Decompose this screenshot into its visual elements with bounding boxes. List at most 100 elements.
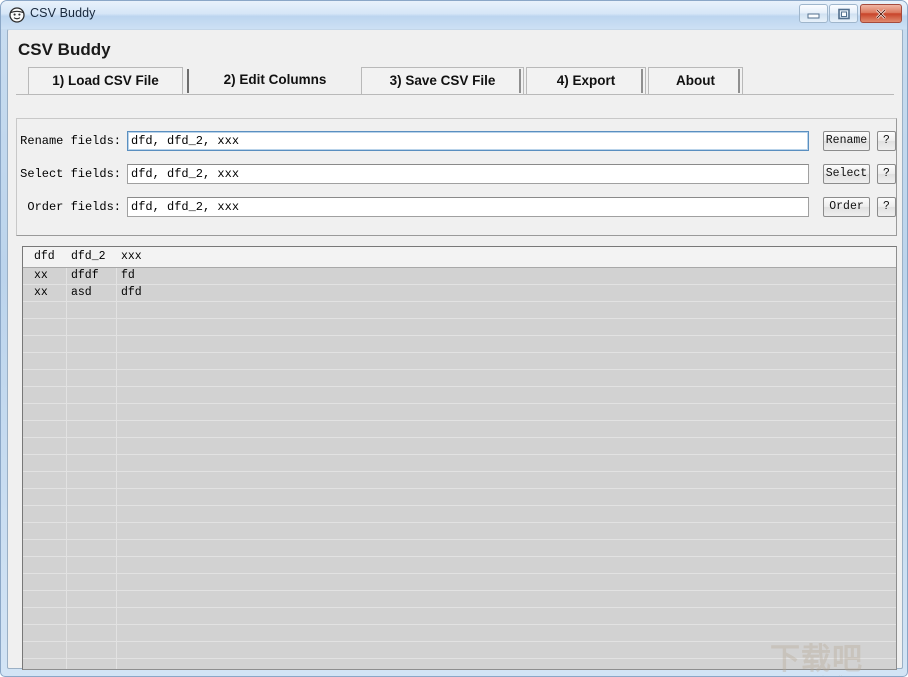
grid-column-divider (116, 472, 117, 488)
table-row[interactable] (23, 506, 896, 523)
grid-column-divider (116, 404, 117, 420)
close-button[interactable] (860, 4, 902, 23)
grid-column-divider (116, 319, 117, 335)
tab-4[interactable]: 4) Export (526, 67, 646, 94)
table-row[interactable] (23, 489, 896, 506)
grid-column-divider (116, 642, 117, 658)
table-row[interactable]: xx asd dfd (23, 285, 896, 302)
grid-column-divider (116, 455, 117, 471)
table-row[interactable] (23, 387, 896, 404)
table-row[interactable] (23, 608, 896, 625)
help-button-select[interactable]: ? (877, 164, 896, 184)
grid-column-divider (116, 353, 117, 369)
grid-cell[interactable]: dfdf (66, 268, 116, 284)
title-bar[interactable]: CSV Buddy (1, 1, 907, 29)
table-row[interactable] (23, 302, 896, 319)
tab-1[interactable]: 1) Load CSV File (28, 67, 183, 94)
tab-separator (519, 69, 521, 93)
grid-cell[interactable]: fd (116, 268, 896, 284)
field-input-2[interactable] (127, 197, 809, 217)
grid-column-divider (66, 404, 67, 420)
table-row[interactable] (23, 557, 896, 574)
data-grid[interactable]: dfd dfd_2 xxx xx dfdf fd xx asd dfd (22, 246, 897, 670)
grid-column-divider (66, 642, 67, 658)
help-button-rename[interactable]: ? (877, 131, 896, 151)
table-row[interactable] (23, 421, 896, 438)
table-row[interactable] (23, 370, 896, 387)
table-row[interactable] (23, 404, 896, 421)
grid-column-divider (116, 506, 117, 522)
grid-column-divider (116, 591, 117, 607)
table-row[interactable] (23, 540, 896, 557)
grid-column-divider (116, 625, 117, 641)
table-row[interactable] (23, 591, 896, 608)
table-row[interactable] (23, 319, 896, 336)
table-row[interactable] (23, 659, 896, 669)
table-row[interactable]: xx dfdf fd (23, 268, 896, 285)
field-label-2: Order fields: (27, 200, 121, 214)
grid-column-divider (66, 557, 67, 573)
application-window: CSV Buddy CSV Buddy 1) Load CSV File 2) E… (0, 0, 908, 677)
smiley-face-icon (9, 7, 25, 23)
grid-column-divider (66, 455, 67, 471)
grid-column-divider (116, 659, 117, 669)
grid-column-divider (66, 472, 67, 488)
table-row[interactable] (23, 642, 896, 659)
grid-column-divider (66, 489, 67, 505)
table-row[interactable] (23, 574, 896, 591)
grid-cell[interactable]: xx (29, 285, 66, 301)
grid-column-divider (116, 302, 117, 318)
grid-cell[interactable]: dfd (116, 285, 896, 301)
table-row[interactable] (23, 455, 896, 472)
table-row[interactable] (23, 523, 896, 540)
grid-cell[interactable]: asd (66, 285, 116, 301)
grid-column-header[interactable]: dfd (29, 247, 66, 267)
field-input-1[interactable] (127, 164, 809, 184)
grid-column-divider (66, 591, 67, 607)
grid-column-divider (116, 336, 117, 352)
grid-column-divider (66, 353, 67, 369)
table-row[interactable] (23, 353, 896, 370)
grid-column-header[interactable]: xxx (116, 247, 896, 267)
grid-column-divider (116, 387, 117, 403)
grid-cell[interactable]: xx (29, 268, 66, 284)
grid-column-divider (66, 438, 67, 454)
grid-column-divider (116, 608, 117, 624)
apply-select-button[interactable]: Select (823, 164, 870, 184)
tab-separator (641, 69, 643, 93)
tab-bar: 1) Load CSV File 2) Edit Columns 3) Save C… (16, 67, 894, 94)
window-title: CSV Buddy (30, 6, 96, 20)
table-row[interactable] (23, 438, 896, 455)
field-label-0: Rename fields: (20, 134, 121, 148)
minimize-button[interactable] (799, 4, 828, 23)
maximize-button[interactable] (829, 4, 858, 23)
help-button-order[interactable]: ? (877, 197, 896, 217)
grid-column-divider (66, 387, 67, 403)
grid-column-divider (66, 319, 67, 335)
grid-column-divider (116, 574, 117, 590)
grid-column-divider (66, 506, 67, 522)
tab-5[interactable]: About (648, 67, 743, 94)
grid-header-row[interactable]: dfd dfd_2 xxx (23, 247, 896, 268)
grid-column-header[interactable]: dfd_2 (66, 247, 116, 267)
grid-column-divider (66, 370, 67, 386)
apply-rename-button[interactable]: Rename (823, 131, 870, 151)
grid-column-divider (116, 489, 117, 505)
grid-column-divider (66, 659, 67, 669)
tab-3[interactable]: 3) Save CSV File (361, 67, 524, 94)
field-label-1: Select fields: (20, 167, 121, 181)
grid-column-divider (116, 540, 117, 556)
apply-order-button[interactable]: Order (823, 197, 870, 217)
field-input-0[interactable] (127, 131, 809, 151)
table-row[interactable] (23, 625, 896, 642)
tab-separator (738, 69, 740, 93)
table-row[interactable] (23, 336, 896, 353)
grid-column-divider (66, 523, 67, 539)
grid-column-divider (116, 557, 117, 573)
grid-body[interactable]: xx dfdf fd xx asd dfd (23, 268, 896, 669)
tab-2[interactable]: 2) Edit Columns (191, 67, 359, 94)
column-fields-panel: Rename fields: Rename? Select fields: Selec… (16, 118, 897, 236)
grid-column-divider (116, 370, 117, 386)
grid-column-divider (116, 421, 117, 437)
table-row[interactable] (23, 472, 896, 489)
